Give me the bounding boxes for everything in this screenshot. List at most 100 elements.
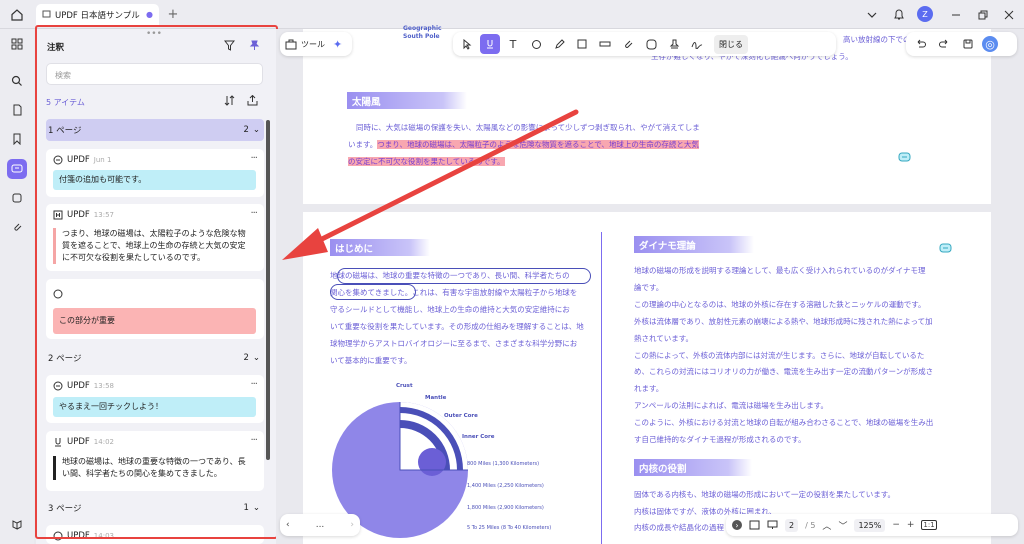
bell-icon[interactable] [891, 6, 907, 22]
text-line: 外核は流体層であり、放射性元素の崩壊による熱や、地球形成時に残された熱によって加 [634, 316, 933, 326]
actual-size-icon[interactable]: 1:1 [921, 520, 937, 530]
page-group-3[interactable]: 3 ページ 1 ⌄ [46, 497, 264, 519]
annotation-card[interactable]: UPDF 13:57 ··· つまり、地球の磁場は、太陽粒子のような危険な物質を… [46, 204, 264, 271]
measure-icon[interactable] [595, 34, 615, 54]
chevron-right-icon[interactable]: › [350, 520, 354, 530]
comment-marker-icon[interactable] [938, 242, 952, 256]
text-tool-icon[interactable]: T [503, 34, 523, 54]
ai-assistant-icon[interactable]: ◎ [982, 36, 998, 52]
redo-icon[interactable] [934, 34, 954, 54]
close-toolbar-button[interactable]: 閉じる [714, 34, 748, 54]
drag-handle-icon[interactable]: ••• [146, 29, 162, 39]
document-tab[interactable]: UPDF 日本語サンプル ● [36, 4, 159, 25]
layers-icon[interactable] [7, 514, 27, 534]
annotation-quote: 地球の磁場は、地球の重要な特徴の一つであり、長い間、科学者たちの関心を集めてきま… [53, 456, 256, 480]
comment-marker-icon[interactable] [897, 151, 911, 165]
home-icon[interactable] [9, 7, 25, 23]
dynamo-paragraph: 地球の磁場の形成を説明する理論として、最も広く受け入れられているのがダイナモ理論… [634, 263, 954, 449]
annotation-card[interactable]: UPDF 13:58 ··· やるまえ一回チックしよう！ [46, 375, 264, 423]
export-icon[interactable] [245, 93, 259, 107]
tools-label[interactable]: ツール [301, 39, 325, 50]
presentation-icon[interactable] [767, 520, 778, 530]
underline-annotation-box[interactable] [330, 284, 416, 300]
minimize-icon[interactable] [948, 7, 964, 23]
undo-icon[interactable] [910, 34, 930, 54]
text-line: アンペールの法則によれば、電流は磁場を生み出します。 [634, 401, 828, 411]
history-toolbar: ◎ [906, 32, 1017, 56]
chevron-down-icon: ⌄ [252, 125, 260, 135]
distance-label: 5 To 25 Miles (8 To 40 Kilometers) [467, 525, 552, 531]
page-number-input[interactable]: 2 [785, 518, 799, 532]
page-layout-icon[interactable] [749, 520, 760, 530]
stamp-icon[interactable] [7, 188, 27, 208]
attachment-icon[interactable] [618, 34, 638, 54]
restore-icon[interactable] [975, 7, 991, 23]
comment-tool-icon[interactable] [526, 34, 546, 54]
ai-sparkle-icon[interactable]: ✦ [333, 38, 342, 51]
page-group-1[interactable]: 1 ページ 2 ⌄ [46, 119, 264, 141]
rectangle-icon[interactable] [572, 34, 592, 54]
title-bar: UPDF 日本語サンプル ● + Z [0, 0, 1024, 29]
user-avatar[interactable]: Z [917, 6, 933, 22]
filter-icon[interactable] [222, 38, 236, 52]
underline-tool-icon[interactable] [480, 34, 500, 54]
pages-icon[interactable] [7, 100, 27, 120]
select-arrow-icon[interactable] [457, 34, 477, 54]
toolbox-icon[interactable] [284, 39, 298, 50]
panel-title: 注釈 [47, 43, 65, 53]
mantle-label: Mantle [425, 395, 447, 401]
comments-icon[interactable] [7, 159, 27, 179]
attachment-icon[interactable] [7, 217, 27, 237]
chevron-down-icon[interactable]: ﹀ [838, 519, 847, 532]
dynamo-heading: ダイナモ理論 [634, 236, 754, 253]
annotation-time: 13:58 [93, 382, 114, 390]
pin-icon[interactable] [247, 38, 261, 52]
group-count: 1 [243, 503, 249, 513]
crust-label: Crust [396, 383, 413, 389]
chevron-down-icon: ⌄ [252, 503, 260, 513]
chevron-down-icon[interactable] [864, 7, 880, 23]
underline-annotation-box[interactable] [337, 268, 591, 284]
text-line: いて基本的に重要です。 [330, 356, 412, 365]
save-icon[interactable] [958, 34, 978, 54]
note-icon [53, 381, 63, 391]
chevron-up-icon[interactable]: ︿ [822, 519, 831, 532]
sticker-icon[interactable] [641, 34, 661, 54]
annotation-time: 14:02 [93, 438, 114, 446]
more-pages-button[interactable]: ... [316, 520, 325, 530]
annotation-search-input[interactable]: 検索 [46, 63, 263, 85]
page-group-2[interactable]: 2 ページ 2 ⌄ [46, 347, 264, 369]
chevron-down-icon: ⌄ [252, 353, 260, 363]
close-window-icon[interactable] [1001, 7, 1017, 23]
pencil-icon[interactable] [549, 34, 569, 54]
text-line: 熱されています。 [634, 333, 694, 343]
zoom-in-icon[interactable]: + [907, 520, 915, 530]
column-divider [601, 232, 602, 544]
collapse-icon[interactable]: › [732, 520, 742, 530]
annotation-card[interactable]: この部分が重要 [46, 279, 264, 339]
search-icon[interactable] [7, 71, 27, 91]
annotation-card[interactable]: UPDF Jun 1 ··· 付箋の追加も可能です。 [46, 149, 264, 197]
thumbnails-icon[interactable] [7, 34, 27, 54]
distance-label: 1,400 Miles (2,250 Kilometers) [467, 483, 544, 489]
annotation-quote: つまり、地球の磁場は、太陽粒子のような危険な物質を遮ることで、地球上の生命の存続… [53, 228, 256, 264]
more-options-icon[interactable]: ··· [250, 153, 257, 164]
note-icon [53, 155, 63, 165]
tools-toolbar: ツール ✦ [280, 32, 352, 56]
new-tab-button[interactable]: + [166, 6, 180, 22]
more-options-icon[interactable]: ··· [250, 379, 257, 390]
chevron-left-icon[interactable]: ‹ [286, 520, 290, 530]
annotation-card[interactable]: UPDF 14:03 [46, 525, 264, 544]
distance-label: 800 Miles (1,300 Kilometers) [467, 461, 540, 467]
more-options-icon[interactable]: ··· [250, 435, 257, 446]
zoom-out-icon[interactable]: − [892, 520, 900, 530]
stamp-icon[interactable] [664, 34, 684, 54]
zoom-level[interactable]: 125% [854, 518, 886, 532]
annotation-time: 13:57 [93, 211, 114, 219]
annotation-card[interactable]: UPDF 14:02 ··· 地球の磁場は、地球の重要な特徴の一つであり、長い間… [46, 431, 264, 491]
bookmark-icon[interactable] [7, 129, 27, 149]
sort-icon[interactable] [222, 93, 236, 107]
status-toolbar: › 2 / 5 ︿ ﹀ 125% − + 1:1 [726, 514, 1018, 536]
more-options-icon[interactable]: ··· [250, 208, 257, 219]
signature-icon[interactable] [687, 34, 707, 54]
